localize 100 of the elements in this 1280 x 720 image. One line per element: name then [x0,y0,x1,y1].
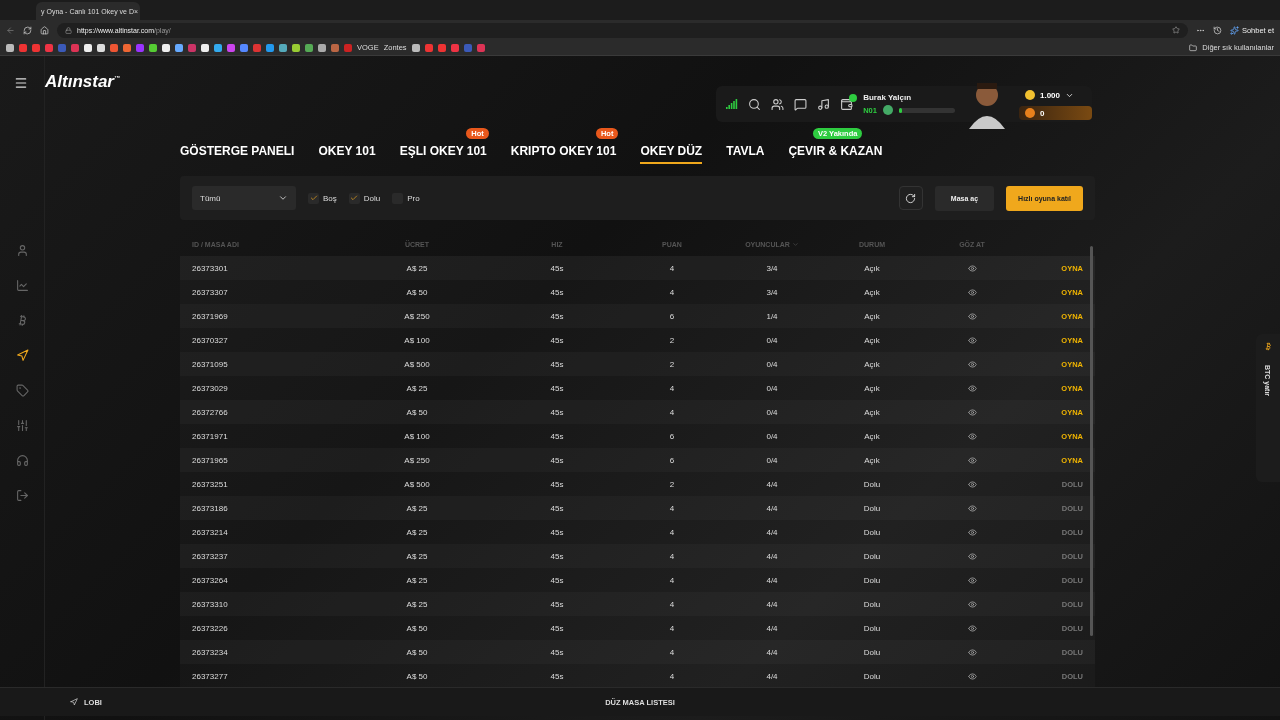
eye-icon[interactable] [967,383,977,393]
table-cell-text: 4 [668,263,676,273]
table-cell-text: 4 [668,671,676,681]
table-cell-text: 26373186 [192,503,229,513]
nav-tab[interactable]: GÖSTERGE PANELI [180,140,295,164]
nav-tab[interactable]: TAVLA [726,140,765,164]
eye-icon[interactable] [967,647,977,657]
nav-tab[interactable]: OKEY DÜZ [640,140,703,164]
table-cell-text: 26373234 [192,647,229,657]
eye-icon[interactable] [967,407,977,417]
table-cell-text: Dolu [862,647,882,657]
table-cell-text: 3/4 [765,263,779,273]
table-cell-text: A$ 500 [403,359,431,369]
favorite-star-icon[interactable] [1171,26,1180,34]
table-cell-text: 45s [549,503,565,513]
table-cell-text: 4/4 [765,671,779,681]
refresh-button[interactable] [898,186,923,210]
table-cell-text: A$ 50 [405,671,429,681]
headset-icon[interactable] [15,454,29,467]
table-cell-text: 45s [549,263,565,273]
table-cell-text: 26373226 [192,623,229,633]
tag-icon[interactable] [15,384,29,397]
eye-icon[interactable] [967,527,977,537]
chart-icon[interactable] [15,279,29,292]
table-cell-text: 26373214 [192,527,229,537]
table-cell-text: 4 [668,503,676,513]
table-cell-text: 4/4 [765,479,779,489]
table-cell-text: A$ 500 [403,479,431,489]
checkbox-label: Pro [407,193,420,203]
table-cell-text: 26372766 [192,407,229,417]
table-cell-text: 4 [668,551,676,561]
eye-icon[interactable] [967,599,977,609]
table-cell-text: 4 [668,647,676,657]
history-icon[interactable] [1212,25,1222,35]
table-cell-text: A$ 25 [405,503,429,513]
filter-dropdown[interactable]: Tümü [192,186,296,210]
table-cell-text: 45s [549,431,565,441]
table-cell-text: 26373307 [192,287,229,297]
chat-icon[interactable] [794,97,808,111]
table-cell-text: Dolu [862,527,882,537]
table-cell-text: Dolu [862,479,882,489]
eye-icon[interactable] [967,335,977,345]
nav-tab[interactable]: KRIPTO OKEY 101 [510,140,617,164]
nav-tab[interactable]: ÇEVIR & KAZAN [788,140,883,164]
table-cell-text: A$ 50 [405,623,429,633]
eye-icon[interactable] [967,287,977,297]
table-cell-text: A$ 25 [405,551,429,561]
table-cell-text: Açık [863,359,881,369]
table-cell-text: 6 [668,431,676,441]
eye-icon[interactable] [967,575,977,585]
table-cell-text: 45s [549,575,565,585]
main-balance: 1.000 [1039,90,1060,100]
table-cell-text: A$ 250 [403,455,431,465]
eye-icon[interactable] [967,263,977,273]
table-cell-text: 4/4 [765,623,779,633]
table-cell-text: A$ 25 [405,575,429,585]
table-cell-text: 2 [668,479,676,489]
back-icon[interactable] [6,25,15,35]
table-cell-text: Açık [863,431,881,441]
eye-icon[interactable] [967,671,977,681]
eye-icon[interactable] [967,311,977,321]
table-cell-text: 0/4 [765,431,779,441]
table-cell-text: 4 [668,407,676,417]
home-icon[interactable] [40,25,49,35]
menu-button[interactable] [14,76,28,90]
eye-icon[interactable] [967,623,977,633]
table-cell-text: Açık [863,287,881,297]
eye-icon[interactable] [967,455,977,465]
logo: Altınstar$^{™}$ [45,72,120,92]
table-cell-text: 45s [549,383,565,393]
table-cell-text: Açık [863,383,881,393]
table-cell-text: 1/4 [765,311,779,321]
eye-icon[interactable] [967,503,977,513]
table-cell-text: Açık [863,263,881,273]
table-cell-text: A$ 25 [405,383,429,393]
eye-icon[interactable] [967,359,977,369]
eye-icon[interactable] [967,479,977,489]
friends-icon[interactable] [771,97,785,111]
sliders-icon[interactable] [15,419,29,432]
wallet-icon[interactable] [840,97,854,111]
table-cell-text: Açık [863,335,881,345]
nav-tab[interactable]: EŞLI OKEY 101 [399,140,487,164]
table-cell-text: A$ 50 [405,287,429,297]
table-cell-text: 4/4 [765,647,779,657]
checkbox[interactable] [308,192,319,204]
eye-icon[interactable] [967,431,977,441]
table-cell-text: 2 [668,335,676,345]
navigation-icon[interactable] [15,349,29,362]
music-icon[interactable] [817,97,831,111]
profile-icon[interactable] [15,244,29,257]
nav-tab[interactable]: OKEY 101 [318,140,376,164]
table-cell-text: A$ 25 [405,527,429,537]
search-icon[interactable] [748,97,762,111]
reload-icon[interactable] [23,25,32,35]
table-cell-text: 6 [668,311,676,321]
eye-icon[interactable] [967,551,977,561]
logout-icon[interactable] [15,489,29,502]
user-name: Burak Yalçın [863,93,913,102]
checkbox[interactable] [348,192,360,204]
table-cell-text: 45s [549,647,565,657]
